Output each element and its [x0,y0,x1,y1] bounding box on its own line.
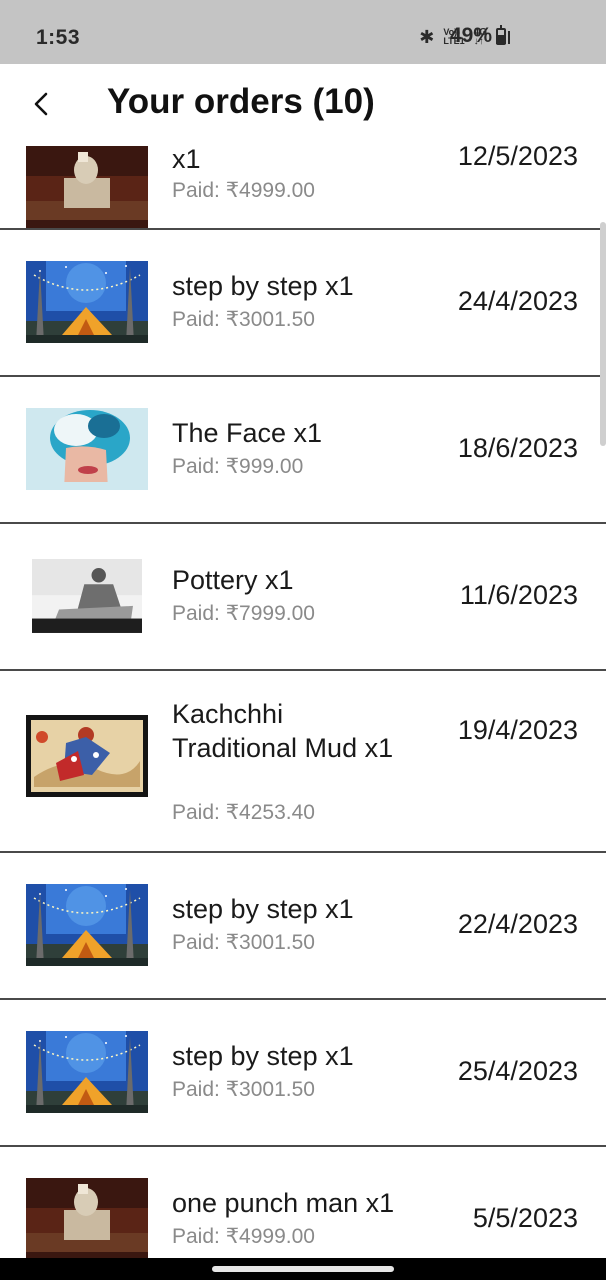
order-paid: Paid: ₹999.00 [172,455,304,478]
navigation-bar [0,1258,606,1280]
order-row[interactable]: The Face x1 Paid: ₹999.00 18/6/2023 [0,377,606,524]
order-row[interactable]: Pottery x1 Paid: ₹7999.00 11/6/2023 [0,524,606,671]
camping-painting-thumbnail [26,884,148,966]
home-gesture-handle[interactable] [212,1266,394,1272]
order-title: step by step x1 [172,894,354,924]
order-date: 25/4/2023 [457,1056,578,1086]
page-title: Your orders (10) [107,82,375,121]
order-title: step by step x1 [172,271,354,301]
order-title: Kachchhi Traditional Mud x1 [172,699,394,763]
order-date: 19/4/2023 [457,715,578,745]
order-row[interactable]: step by step x1 Paid: ₹3001.50 24/4/2023 [0,230,606,377]
status-time: 1:53 [36,26,81,49]
order-row[interactable]: Kachchhi Traditional Mud x1 Paid: ₹4253.… [0,671,606,853]
sculpture-photo-thumbnail [26,1178,148,1258]
order-title: step by step x1 [172,1041,354,1071]
order-title: one punch man x1 [172,1188,395,1218]
back-arrow-icon[interactable] [28,86,56,122]
order-paid: Paid: ₹3001.50 [172,931,315,954]
order-paid: Paid: ₹4253.40 [172,801,315,824]
battery-icon [496,25,506,45]
order-paid: Paid: ₹7999.00 [172,602,315,625]
order-date: 11/6/2023 [459,580,578,610]
order-date: 5/5/2023 [472,1203,578,1233]
scrollbar-thumb[interactable] [600,222,606,446]
app-bar: Your orders (10) [0,64,606,144]
order-date: 24/4/2023 [457,286,578,316]
order-date: 18/6/2023 [457,433,578,463]
pottery-photo-thumbnail [32,558,142,634]
order-title: The Face x1 [172,418,323,448]
order-paid: Paid: ₹4999.00 [172,1225,315,1248]
status-bar: 1:53 ✱ Vo)) LTE1 4G ↓↑ 49% [0,0,606,64]
order-row[interactable]: one punch man x1 Paid: ₹4999.00 5/5/2023 [0,1147,606,1258]
bluetooth-icon: ✱ [419,26,435,47]
order-row[interactable]: step by step x1 Paid: ₹3001.50 22/4/2023 [0,853,606,1000]
order-date: 12/5/2023 [457,144,578,171]
order-date: 22/4/2023 [457,909,578,939]
sculpture-photo-thumbnail [26,146,148,228]
orders-list[interactable]: x1 Paid: ₹4999.00 12/5/2023 step by step… [0,144,606,1258]
battery-percent: 49% [449,24,492,47]
camping-painting-thumbnail [26,261,148,343]
order-paid: Paid: ₹3001.50 [172,1078,315,1101]
order-paid: Paid: ₹3001.50 [172,308,315,331]
mud-art-thumbnail [26,715,148,797]
order-row[interactable]: step by step x1 Paid: ₹3001.50 25/4/2023 [0,1000,606,1147]
face-painting-thumbnail [26,408,148,490]
order-row[interactable]: x1 Paid: ₹4999.00 12/5/2023 [0,144,606,230]
camping-painting-thumbnail [26,1031,148,1113]
order-paid: Paid: ₹4999.00 [172,179,315,202]
order-title: Pottery x1 [172,565,294,595]
order-title: x1 [172,144,201,174]
